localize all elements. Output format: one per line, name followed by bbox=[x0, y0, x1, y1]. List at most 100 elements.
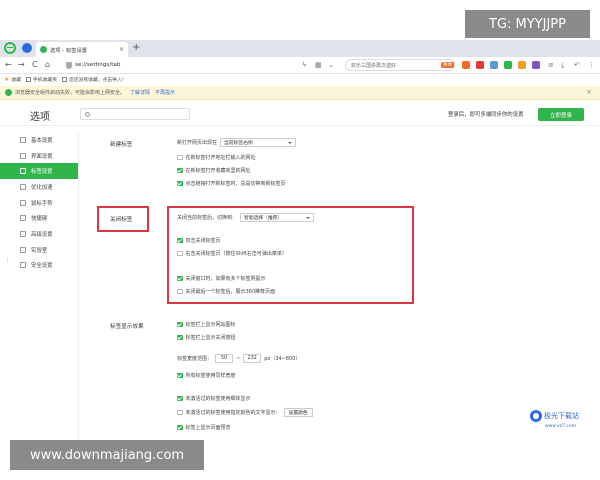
section-close-tab-label: 关闭标签 bbox=[110, 217, 133, 223]
checkbox[interactable] bbox=[177, 321, 183, 328]
option-same-width[interactable]: 所有标签使用同样宽度 bbox=[177, 372, 236, 379]
grid-icon[interactable]: ▦ bbox=[315, 59, 322, 71]
undo-icon[interactable]: ↶ bbox=[574, 59, 580, 71]
sidebar-item-label: 高级设置 bbox=[31, 231, 53, 238]
option-page-preview[interactable]: 标签上显示页面预览 bbox=[177, 424, 231, 431]
settings-search-input[interactable] bbox=[80, 108, 190, 120]
option-label: 在新标签打开地址栏输入的网址 bbox=[185, 155, 256, 161]
checkbox[interactable] bbox=[177, 334, 183, 341]
page-title: 选项 bbox=[30, 112, 50, 123]
home-icon[interactable]: ⌂ bbox=[45, 59, 50, 71]
download-icon[interactable]: ⤓ bbox=[561, 59, 564, 71]
search-box[interactable]: 欢乐三国杀再次送好 绝体 bbox=[345, 59, 455, 71]
reload-icon[interactable]: C bbox=[32, 59, 38, 71]
sidebar-item-lab[interactable]: 实验室 bbox=[0, 242, 78, 258]
checkbox[interactable] bbox=[177, 237, 183, 244]
option-right-click-close[interactable]: 右击关闭标签页（按住Shift右击可弹出菜单） bbox=[177, 250, 287, 257]
settings-sidebar: 基本设置 界面设置 标签设置 优化加速 鼠标手势 快捷键 高级设置 实验室 安全… bbox=[0, 132, 78, 442]
more-icon[interactable]: ⋮ bbox=[588, 59, 595, 71]
sidebar-item-basic[interactable]: 基本设置 bbox=[0, 132, 78, 148]
edge-marker: ⋮ bbox=[5, 258, 10, 264]
bookmark-mobile[interactable]: 手机收藏夹 bbox=[26, 76, 57, 83]
option-inactive-color[interactable]: 未激活过的标签使用指定颜色的文字显示： 设置颜色 bbox=[177, 408, 313, 417]
checkbox[interactable] bbox=[177, 154, 183, 161]
set-color-button[interactable]: 设置颜色 bbox=[283, 408, 313, 417]
new-tab-icon[interactable]: + bbox=[132, 42, 140, 54]
learn-more-link[interactable]: 了解详情 bbox=[130, 89, 150, 96]
chevron-down-icon bbox=[306, 216, 311, 219]
checkbox[interactable] bbox=[177, 395, 183, 402]
option-double-click-close[interactable]: 双击关闭标签页 bbox=[177, 237, 221, 244]
extension-icon-2[interactable] bbox=[476, 61, 484, 69]
sidebar-item-speed[interactable]: 优化加速 bbox=[0, 179, 78, 195]
option-new-tab-address[interactable]: 在新标签打开地址栏输入的网址 bbox=[177, 154, 256, 161]
open-position-label: 新打开网页出现在 bbox=[177, 140, 218, 146]
bookmark-favorites[interactable]: ★ 收藏 bbox=[4, 76, 21, 83]
option-label: 未激活过的标签使用细体显示 bbox=[185, 396, 251, 402]
shield-icon bbox=[20, 262, 26, 269]
option-new-tab-favorites[interactable]: 在新标签打开收藏夹里的网址 bbox=[177, 167, 251, 174]
option-show-close-button[interactable]: 标签栏上显示关闭按钮 bbox=[177, 334, 236, 341]
sidebar-toggle-icon[interactable] bbox=[22, 43, 32, 53]
back-icon[interactable]: ← bbox=[5, 59, 12, 71]
tab-close-icon[interactable]: × bbox=[119, 46, 124, 53]
sidebar-item-security[interactable]: 安全设置 bbox=[0, 258, 78, 274]
extension-icon-6[interactable] bbox=[532, 61, 540, 69]
extension-icon-4[interactable] bbox=[504, 61, 512, 69]
sidebar-item-interface[interactable]: 界面设置 bbox=[0, 148, 78, 164]
tab-strip: 选项 - 标签设置 × + bbox=[0, 40, 600, 57]
dropdown-icon[interactable]: ⌄ bbox=[328, 59, 334, 71]
lightning-icon[interactable]: ϟ bbox=[302, 59, 307, 71]
sidebar-item-gestures[interactable]: 鼠标手势 bbox=[0, 195, 78, 211]
checkbox[interactable] bbox=[177, 167, 183, 174]
sidebar-item-label: 优化加速 bbox=[31, 184, 53, 191]
search-text: 欢乐三国杀再次送好 bbox=[351, 62, 397, 69]
checkbox[interactable] bbox=[177, 250, 183, 257]
tab-width-max-input[interactable]: 232 bbox=[243, 354, 262, 363]
switch-after-close-select[interactable]: 智能选择（推荐） bbox=[240, 213, 315, 222]
search-icon bbox=[85, 111, 90, 117]
option-warn-multi-tabs[interactable]: 关闭窗口时，如果有多个标签则提示 bbox=[177, 275, 266, 282]
option-label: 双击关闭标签页 bbox=[185, 238, 221, 244]
section-tab-display-label: 标签显示效果 bbox=[110, 324, 144, 330]
sidebar-item-shortcuts[interactable]: 快捷键 bbox=[0, 210, 78, 226]
bookmark-import[interactable]: 您还没有收藏，点击导入！ bbox=[62, 76, 127, 83]
sidebar-item-label: 安全设置 bbox=[31, 263, 53, 270]
url-field[interactable]: se://settings/tab bbox=[66, 59, 298, 71]
security-notice: 浏览器安全组件启动失败，可能会影响上网安全。 了解详情 不再提示 × bbox=[0, 86, 600, 100]
tab-settings[interactable]: 选项 - 标签设置 × bbox=[36, 42, 128, 57]
extension-icon-3[interactable] bbox=[490, 61, 498, 69]
forward-icon[interactable]: → bbox=[18, 59, 25, 71]
tab-width-min-input[interactable]: 50 bbox=[215, 354, 234, 363]
checkbox[interactable] bbox=[177, 288, 183, 295]
option-show-360-page[interactable]: 关闭最后一个标签后，展示360推荐页面 bbox=[177, 288, 275, 295]
option-label: 标签上显示页面预览 bbox=[185, 425, 231, 431]
close-icon[interactable]: × bbox=[586, 88, 592, 96]
checkbox[interactable] bbox=[177, 275, 183, 282]
chevron-down-icon bbox=[288, 141, 293, 144]
checkbox[interactable] bbox=[177, 424, 183, 431]
login-button[interactable]: 立即登录 bbox=[538, 108, 584, 121]
browser-logo-icon[interactable] bbox=[4, 42, 16, 54]
brand-logo: 极光下载站 bbox=[530, 410, 579, 422]
extension-icon-1[interactable] bbox=[462, 61, 470, 69]
option-label: 点击链接打开新标签时，总是切换到新标签页 bbox=[185, 181, 286, 187]
option-switch-new-tab[interactable]: 点击链接打开新标签时，总是切换到新标签页 bbox=[177, 180, 286, 187]
mouse-icon bbox=[20, 199, 26, 206]
login-hint: 登录后，即可多端同步你的设置 bbox=[448, 112, 524, 118]
sidebar-item-label: 标签设置 bbox=[31, 169, 53, 176]
option-show-site-icon[interactable]: 标签栏上显示网站图标 bbox=[177, 321, 236, 328]
checkbox[interactable] bbox=[177, 180, 183, 187]
sidebar-item-advanced[interactable]: 高级设置 bbox=[0, 226, 78, 242]
menu-icon[interactable]: ≡ bbox=[548, 59, 554, 71]
tab-favicon-icon bbox=[40, 46, 47, 53]
dont-show-link[interactable]: 不再提示 bbox=[155, 89, 175, 96]
option-inactive-thin[interactable]: 未激活过的标签使用细体显示 bbox=[177, 395, 251, 402]
checkbox[interactable] bbox=[177, 409, 183, 416]
sidebar-item-tabs[interactable]: 标签设置 bbox=[0, 163, 78, 180]
open-position-select[interactable]: 当前标签右侧 bbox=[220, 138, 297, 147]
extension-icon-5[interactable] bbox=[518, 61, 526, 69]
sliders-icon bbox=[20, 230, 26, 237]
checkbox[interactable] bbox=[177, 372, 183, 379]
tab-width-label: 标签宽度范围： bbox=[177, 356, 213, 362]
